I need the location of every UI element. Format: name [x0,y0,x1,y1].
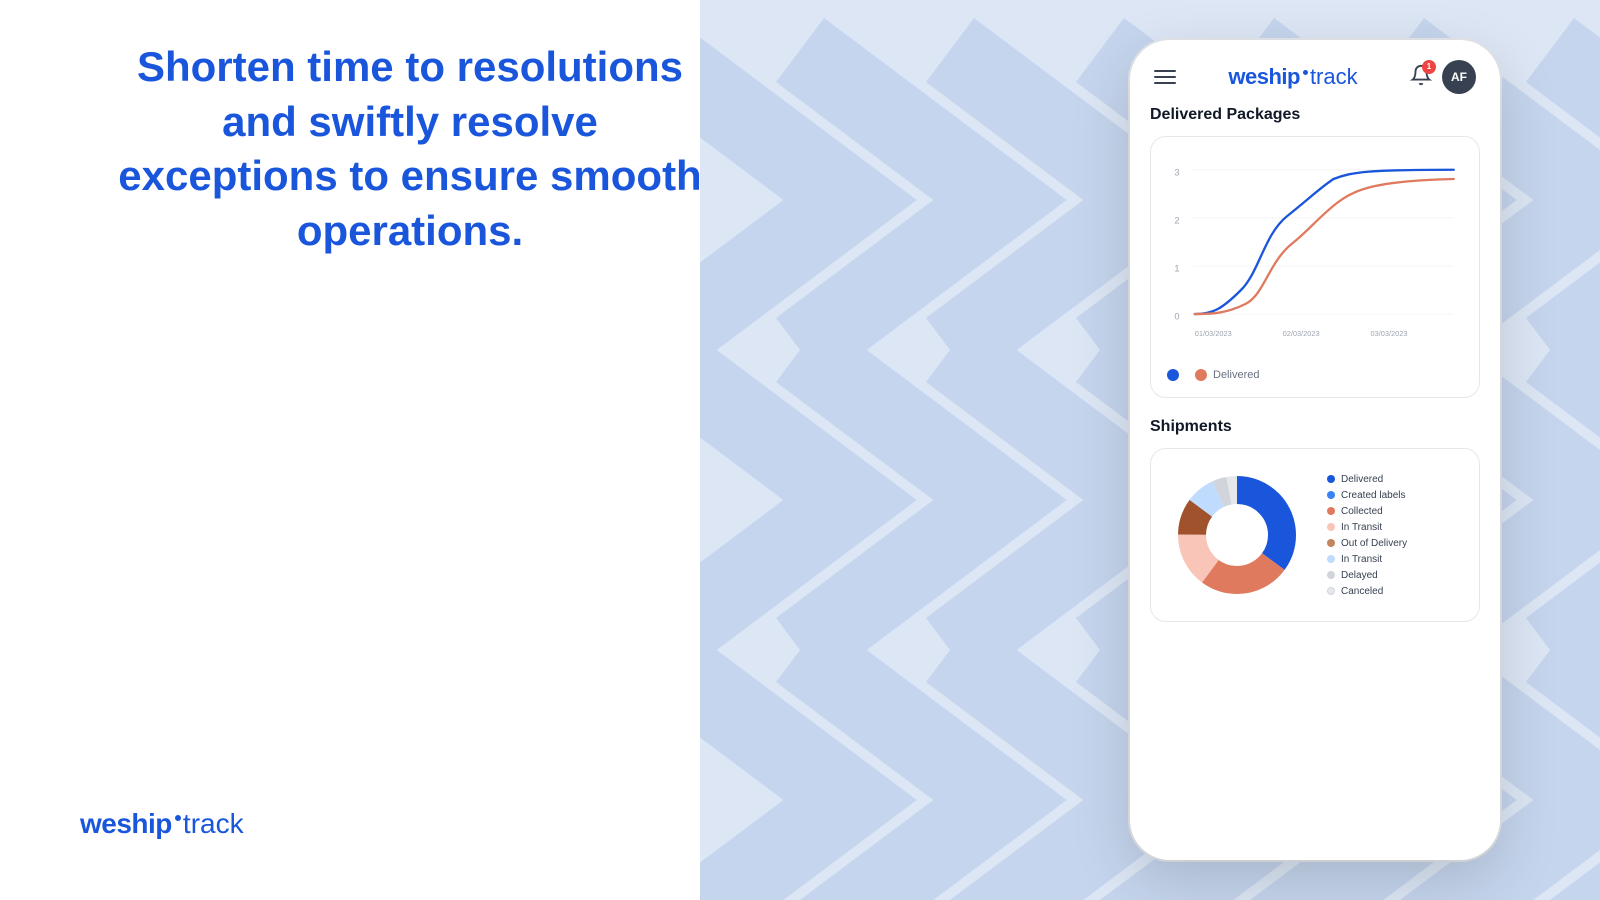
left-content: Shorten time to resolutions and swiftly … [0,0,820,900]
legend-label-delivered-text: Delivered [1341,474,1383,485]
y-label-0: 0 [1174,312,1179,322]
legend-dot-out-of-delivery [1327,539,1335,547]
legend-dot-delivered [1327,475,1335,483]
hamburger-line-2 [1154,76,1176,78]
line-chart: 3 2 1 0 01/03/2023 02/03/2023 03/03/2023 [1167,153,1463,353]
delivered-packages-title: Delivered Packages [1150,106,1480,124]
legend-label-canceled: Canceled [1341,586,1383,597]
legend-label-created: Created labels [1341,490,1405,501]
legend-dot-collected [1327,507,1335,515]
y-label-2: 2 [1174,215,1179,225]
logo-weship: weship [80,808,172,840]
chart-legend: Delivered [1167,361,1463,381]
donut-center [1207,505,1267,565]
x-label-2: 02/03/2023 [1283,329,1320,338]
legend-label-out-of-delivery: Out of Delivery [1341,538,1407,549]
donut-chart [1167,465,1307,605]
header-logo-mark: weship track [1228,64,1357,90]
y-label-3: 3 [1174,167,1179,177]
legend-label-delayed: Delayed [1341,570,1378,581]
user-avatar[interactable]: AF [1442,60,1476,94]
legend-collected: Collected [1327,506,1407,517]
legend-label-intransit2: In Transit [1341,554,1382,565]
line-chart-svg: 3 2 1 0 01/03/2023 02/03/2023 03/03/2023 [1167,153,1463,353]
notification-button[interactable]: 1 [1410,64,1432,91]
legend-in-transit-1: In Transit [1327,522,1407,533]
donut-legend: Delivered Created labels Collected [1327,474,1407,597]
legend-dot-intransit1 [1327,523,1335,531]
donut-card: Delivered Created labels Collected [1150,448,1480,622]
x-label-1: 01/03/2023 [1195,329,1232,338]
header-logo-track: track [1310,64,1358,90]
legend-out-of-delivery: Out of Delivery [1327,538,1407,549]
phone-mockup: weship track 1 AF Delivered Packages [1130,40,1500,860]
legend-dot-delayed [1327,571,1335,579]
legend-dot-orange [1195,369,1207,381]
header-logo: weship track [1176,64,1410,90]
logo-mark: weship track [80,808,244,840]
x-label-3: 03/03/2023 [1371,329,1408,338]
header-actions: 1 AF [1410,60,1476,94]
legend-label-intransit1: In Transit [1341,522,1382,533]
header-logo-dot [1303,70,1308,75]
y-label-1: 1 [1174,264,1179,274]
legend-in-transit-2: In Transit [1327,554,1407,565]
menu-button[interactable] [1154,70,1176,84]
legend-created-labels: Created labels [1327,490,1407,501]
donut-svg [1167,465,1307,605]
header-logo-weship: weship [1228,64,1300,90]
legend-item-blue [1167,369,1179,381]
legend-canceled: Canceled [1327,586,1407,597]
legend-delivered: Delivered [1327,474,1407,485]
legend-label-delivered: Delivered [1213,369,1259,381]
phone-body: Delivered Packages 3 2 1 0 [1130,106,1500,860]
legend-dot-canceled [1327,587,1335,595]
hamburger-line-1 [1154,70,1176,72]
logo-track: track [183,808,244,840]
hero-text: Shorten time to resolutions and swiftly … [110,40,710,258]
bottom-logo: weship track [80,808,244,840]
legend-item-delivered: Delivered [1195,369,1259,381]
blue-line [1195,170,1454,314]
logo-dot [175,815,181,821]
chart-card: 3 2 1 0 01/03/2023 02/03/2023 03/03/2023 [1150,136,1480,398]
legend-dot-created [1327,491,1335,499]
hamburger-line-3 [1154,82,1176,84]
legend-dot-intransit2 [1327,555,1335,563]
shipments-title: Shipments [1150,418,1480,436]
legend-dot-blue [1167,369,1179,381]
legend-delayed: Delayed [1327,570,1407,581]
legend-label-collected: Collected [1341,506,1383,517]
orange-line [1195,179,1454,314]
phone-frame: weship track 1 AF Delivered Packages [1130,40,1500,860]
phone-header: weship track 1 AF [1130,40,1500,106]
notification-badge: 1 [1422,60,1436,74]
shipments-section: Shipments [1150,418,1480,622]
